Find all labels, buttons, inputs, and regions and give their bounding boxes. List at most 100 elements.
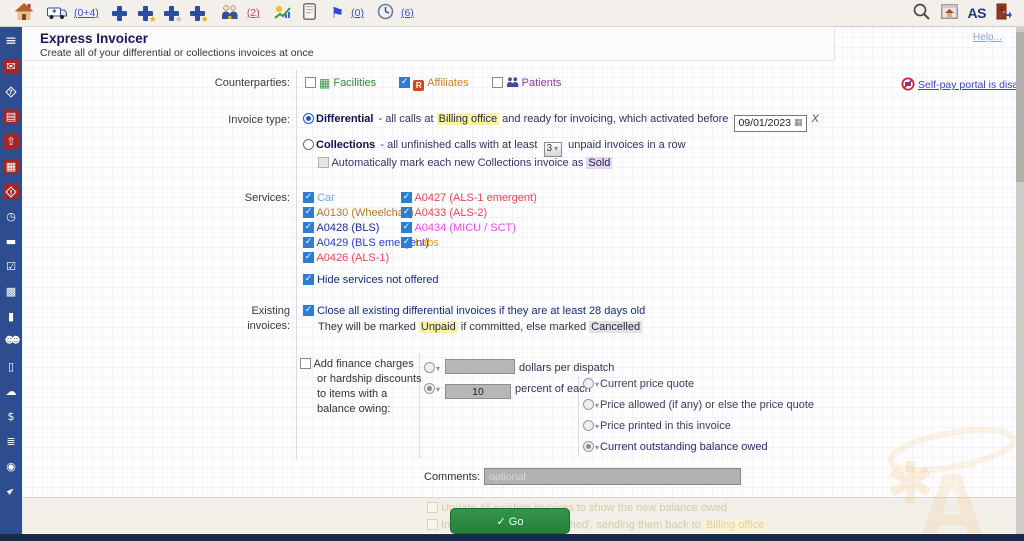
- close-invoices-option[interactable]: Close all existing differential invoices…: [303, 304, 645, 318]
- flag-count-link[interactable]: (0): [351, 7, 364, 19]
- basis-option[interactable]: ▾Current outstanding balance owed: [583, 440, 768, 455]
- messages-icon[interactable]: ✉: [3, 59, 19, 74]
- crew-count-link[interactable]: (2): [247, 7, 260, 19]
- reports-chart-icon[interactable]: [273, 4, 292, 23]
- service-option[interactable]: A0130 (Wheelchair): [303, 206, 414, 220]
- service-checkbox[interactable]: [401, 222, 412, 233]
- alarm-clock-icon[interactable]: ◷: [3, 209, 19, 224]
- payment-card-icon[interactable]: ▬: [3, 234, 19, 249]
- clipboard-icon[interactable]: [303, 3, 316, 23]
- left-sidebar: ≡ ✉ ? ▤ ⇧ ▦ ! ◷ ▬ ☑ ▩ ▮ ☻☻ ▯ ☁ $ ≣ ◉ ►: [0, 27, 22, 541]
- service-checkbox[interactable]: [303, 192, 314, 203]
- calendar-picker-icon[interactable]: ▦: [794, 116, 803, 130]
- finance-charges-checkbox[interactable]: [300, 358, 311, 369]
- hide-services-option[interactable]: Hide services not offered: [303, 273, 439, 287]
- clock-icon[interactable]: [377, 3, 394, 23]
- service-option[interactable]: A0427 (ALS-1 emergent): [401, 191, 537, 205]
- ambulance-count-link[interactable]: (0+4): [74, 7, 99, 19]
- dollars-radio[interactable]: [424, 362, 435, 373]
- differential-radio[interactable]: [303, 113, 314, 124]
- service-option[interactable]: A0426 (ALS-1): [303, 251, 389, 265]
- ambulance-icon[interactable]: [47, 4, 67, 23]
- help-link[interactable]: Help...: [973, 32, 1002, 43]
- dispatch-add-favorite-icon[interactable]: ★: [190, 6, 205, 21]
- facilities-checkbox[interactable]: [305, 77, 316, 88]
- person-badge: ★: [175, 15, 183, 25]
- finance-line-4: balance owing:: [300, 402, 430, 417]
- document-icon[interactable]: ▯: [3, 359, 19, 374]
- counterparty-affiliates[interactable]: RAffiliates: [399, 77, 471, 89]
- dispatch-add-person-icon[interactable]: ★: [164, 6, 179, 21]
- selfpay-portal-link[interactable]: Self-pay portal is disabled: [918, 79, 1024, 91]
- basis-option[interactable]: ▾Price printed in this invoice: [583, 419, 731, 434]
- update-invoices-checkbox[interactable]: [427, 502, 438, 513]
- automark-checkbox[interactable]: [318, 157, 329, 168]
- menu-icon[interactable]: ≡: [3, 34, 19, 49]
- service-option[interactable]: A0434 (MICU / SCT): [401, 221, 516, 235]
- service-option[interactable]: Labs: [401, 236, 439, 250]
- percent-radio[interactable]: [424, 383, 435, 394]
- activated-before-date-input[interactable]: 09/01/2023▦: [734, 115, 806, 132]
- service-option[interactable]: A0433 (ALS-2): [401, 206, 487, 220]
- select-value: 3: [547, 142, 553, 156]
- dollars-input[interactable]: [445, 359, 515, 374]
- service-checkbox[interactable]: [401, 207, 412, 218]
- service-checkbox[interactable]: [303, 237, 314, 248]
- service-checkbox[interactable]: [303, 207, 314, 218]
- home-icon[interactable]: [14, 2, 34, 24]
- comments-input[interactable]: [484, 468, 741, 485]
- basis-radio[interactable]: [583, 378, 594, 389]
- differential-text-1: - all calls at: [375, 113, 436, 125]
- upload-icon[interactable]: ⇧: [3, 134, 19, 149]
- collections-radio[interactable]: [303, 139, 314, 150]
- dispatch-add-starred-icon[interactable]: ★: [138, 6, 153, 21]
- basis-radio[interactable]: [583, 399, 594, 410]
- dispatch-add-icon[interactable]: [112, 6, 127, 21]
- service-checkbox[interactable]: [303, 252, 314, 263]
- bookmark-icon[interactable]: ▮: [3, 309, 19, 324]
- percent-input[interactable]: 10: [445, 384, 511, 399]
- checklist-icon[interactable]: ≣: [3, 434, 19, 449]
- counterparty-facilities[interactable]: ▦Facilities: [305, 77, 379, 89]
- close-invoices-checkbox[interactable]: [303, 305, 314, 316]
- patients-checkbox[interactable]: [492, 77, 503, 88]
- coin-icon[interactable]: ◉: [3, 459, 19, 474]
- include-finished-checkbox[interactable]: [427, 519, 438, 530]
- dollar-icon[interactable]: $: [3, 409, 19, 424]
- logout-door-icon[interactable]: [996, 3, 1012, 23]
- percent-text: percent of each: [515, 383, 591, 395]
- service-checkbox[interactable]: [401, 192, 412, 203]
- records-icon[interactable]: ▦: [3, 159, 19, 174]
- unpaid-count-select[interactable]: 3▾: [544, 142, 563, 157]
- hide-services-checkbox[interactable]: [303, 274, 314, 285]
- alert-diamond-icon[interactable]: !: [3, 184, 19, 199]
- basis-option[interactable]: ▾Current price quote: [583, 377, 694, 392]
- basis-option[interactable]: ▾Price allowed (if any) or else the pric…: [583, 398, 814, 413]
- cloud-upload-icon[interactable]: ☁: [3, 384, 19, 399]
- search-icon[interactable]: [912, 2, 931, 24]
- flag-icon[interactable]: ⚑: [331, 6, 344, 21]
- user-initials[interactable]: AS: [968, 5, 986, 21]
- service-option[interactable]: Car: [303, 191, 335, 205]
- counterparty-patients[interactable]: Patients: [492, 77, 562, 89]
- service-option[interactable]: A0428 (BLS): [303, 221, 379, 235]
- go-button[interactable]: ✓ Go: [450, 508, 570, 534]
- basis-radio[interactable]: [583, 420, 594, 431]
- calculator-icon[interactable]: ▩: [3, 284, 19, 299]
- affiliates-checkbox[interactable]: [399, 77, 410, 88]
- send-icon[interactable]: ►: [3, 484, 19, 499]
- crew-icon[interactable]: [220, 4, 240, 23]
- clear-date-button[interactable]: X: [812, 113, 819, 125]
- clock-count-link[interactable]: (6): [401, 7, 414, 19]
- vertical-scrollbar[interactable]: [1016, 27, 1024, 534]
- help-diamond-icon[interactable]: ?: [3, 84, 19, 99]
- service-checkbox[interactable]: [303, 222, 314, 233]
- basis-radio[interactable]: [583, 441, 594, 452]
- calendar-icon[interactable]: ☑: [3, 259, 19, 274]
- chevron-down-icon: ▾: [595, 401, 599, 410]
- service-checkbox[interactable]: [401, 237, 412, 248]
- people-icon[interactable]: ☻☻: [3, 334, 19, 349]
- scrollbar-thumb[interactable]: [1016, 32, 1024, 182]
- toolbox-icon[interactable]: ▤: [3, 109, 19, 124]
- browser-home-icon[interactable]: [941, 4, 958, 22]
